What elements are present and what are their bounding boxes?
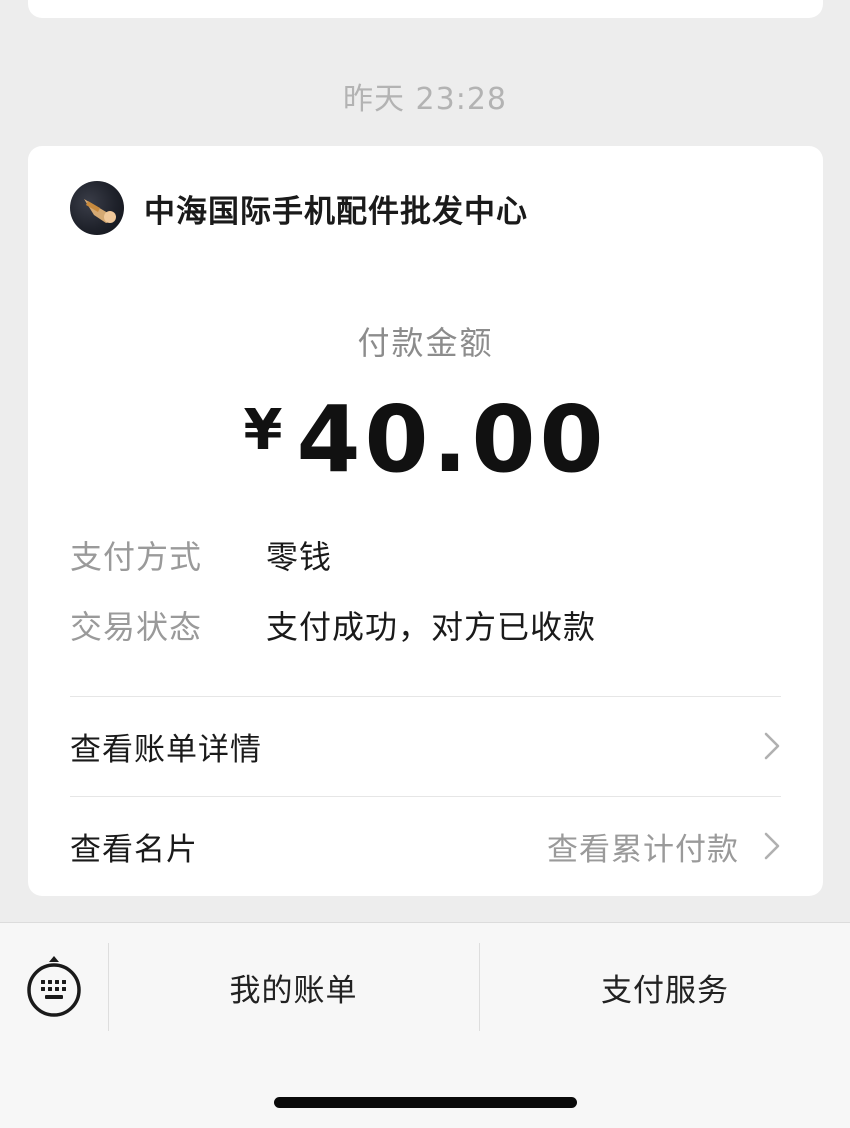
previous-message-card: [28, 0, 823, 18]
view-business-card-label: 查看名片: [70, 831, 198, 868]
payment-method-label: 支付方式: [70, 538, 203, 576]
message-timestamp: 昨天 23:28: [343, 82, 507, 117]
transaction-status-value: 支付成功，对方已收款: [266, 608, 597, 646]
payment-method-row: 支付方式 零钱: [70, 532, 332, 578]
view-cumulative-payment-label: 查看累计付款: [547, 831, 739, 868]
payment-amount: ¥40.00: [28, 386, 823, 493]
keyboard-icon: [27, 956, 81, 1017]
home-indicator[interactable]: [274, 1097, 577, 1108]
currency-symbol: ¥: [243, 398, 283, 463]
amount-value: 40.00: [296, 386, 608, 493]
view-business-card-link[interactable]: 查看名片 查看累计付款: [70, 797, 781, 895]
payment-notification-card[interactable]: 中海国际手机配件批发中心 付款金额 ¥40.00 支付方式 零钱 交易状态 支付…: [28, 146, 823, 896]
merchant-header: 中海国际手机配件批发中心: [70, 181, 528, 235]
chevron-right-icon: [764, 832, 780, 860]
merchant-name: 中海国际手机配件批发中心: [144, 193, 528, 230]
keyboard-toggle-button[interactable]: [24, 953, 84, 1019]
payment-method-value: 零钱: [266, 538, 333, 576]
merchant-avatar: [70, 181, 124, 235]
view-bill-detail-link[interactable]: 查看账单详情: [70, 697, 781, 795]
chevron-right-icon: [764, 732, 780, 760]
view-bill-detail-label: 查看账单详情: [70, 731, 262, 768]
payment-service-button[interactable]: 支付服务: [480, 943, 850, 1031]
transaction-status-label: 交易状态: [70, 608, 203, 646]
transaction-status-row: 交易状态 支付成功，对方已收款: [70, 602, 596, 648]
my-bill-button[interactable]: 我的账单: [109, 943, 478, 1031]
amount-label: 付款金额: [357, 324, 494, 362]
